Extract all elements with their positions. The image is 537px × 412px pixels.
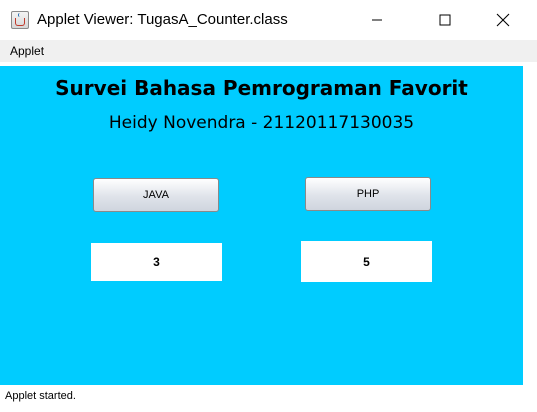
status-bar: [0, 385, 537, 412]
window-title: Applet Viewer: TugasA_Counter.class: [37, 11, 288, 28]
minimize-button[interactable]: [354, 0, 400, 40]
close-icon: [496, 13, 510, 27]
java-vote-button[interactable]: JAVA: [93, 178, 219, 212]
applet-panel: [0, 62, 523, 385]
applet-viewer-window: Applet Viewer: TugasA_Counter.class Appl…: [0, 0, 537, 412]
title-bar[interactable]: Applet Viewer: TugasA_Counter.class: [0, 0, 537, 40]
java-count-field[interactable]: 3: [91, 243, 222, 281]
survey-heading: Survei Bahasa Pemrograman Favorit: [55, 76, 468, 100]
maximize-icon: [439, 14, 451, 26]
menu-bar: [0, 40, 537, 62]
author-subheading: Heidy Novendra - 21120117130035: [108, 113, 415, 133]
php-count-field[interactable]: 5: [301, 241, 432, 282]
close-button[interactable]: [480, 0, 526, 40]
applet-side-strip: [523, 62, 537, 385]
minimize-icon: [372, 19, 382, 21]
maximize-button[interactable]: [422, 0, 468, 40]
java-cup-icon[interactable]: [11, 11, 29, 29]
status-text: Applet started.: [5, 390, 76, 402]
php-vote-button[interactable]: PHP: [305, 177, 431, 211]
menu-applet[interactable]: Applet: [10, 44, 44, 58]
